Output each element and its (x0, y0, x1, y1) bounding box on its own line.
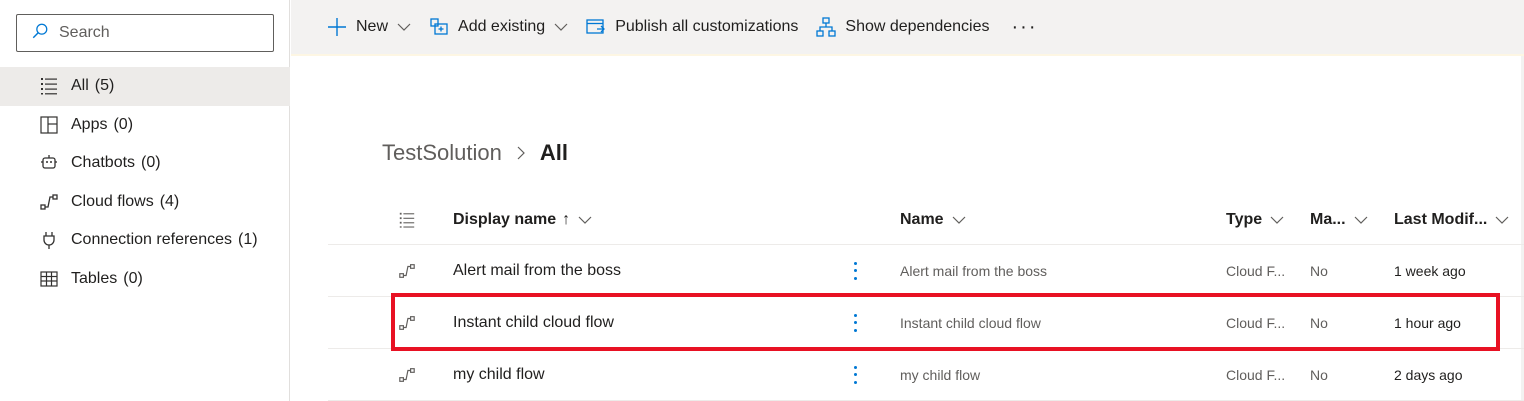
sidebar-item-chatbots[interactable]: Chatbots (0) (0, 144, 290, 183)
command-bar: New Add existing Publish all customizati… (291, 0, 1524, 54)
plus-icon (328, 18, 346, 36)
column-label: Display name (453, 210, 557, 228)
breadcrumb-root[interactable]: TestSolution (382, 140, 502, 166)
more-icon: ··· (1011, 15, 1038, 38)
sort-ascending-icon: ↑ (562, 210, 571, 228)
solution-components-grid: Display name ↑ Name Type Ma... Last Modi… (328, 195, 1524, 401)
publish-label: Publish all customizations (615, 18, 799, 35)
chevron-down-icon (952, 216, 966, 224)
sidebar-item-count: (0) (113, 115, 134, 133)
column-header-type[interactable]: Type (1226, 195, 1284, 244)
chevron-down-icon (1495, 216, 1509, 224)
chatbot-icon (38, 153, 60, 173)
chevron-down-icon (1354, 216, 1367, 224)
sidebar: Search All (5) Apps (0) Chatbots (0) Clo… (0, 0, 290, 401)
sidebar-item-label: All (71, 77, 89, 95)
more-button[interactable]: ··· (1012, 16, 1038, 39)
managed-cell: No (1310, 366, 1328, 383)
column-label: Last Modif... (1394, 210, 1488, 228)
sidebar-item-label: Tables (71, 269, 118, 287)
column-header-name[interactable]: Name (900, 195, 966, 244)
name-cell: Alert mail from the boss (900, 262, 1048, 279)
flow-icon (398, 245, 416, 296)
display-name-cell[interactable]: my child flow (453, 349, 545, 400)
column-label: Ma... (1310, 210, 1346, 228)
type-cell: Cloud F... (1226, 366, 1286, 383)
sidebar-item-connection-references[interactable]: Connection references (1) (0, 221, 290, 260)
chevron-down-icon (578, 216, 592, 224)
add-existing-label: Add existing (458, 18, 546, 35)
managed-cell: No (1310, 314, 1328, 331)
sidebar-item-count: (5) (94, 77, 115, 95)
modified-cell: 1 hour ago (1394, 314, 1461, 331)
sidebar-nav: All (5) Apps (0) Chatbots (0) Cloud flow… (0, 67, 290, 298)
list-icon (38, 76, 60, 96)
breadcrumb-current: All (539, 140, 568, 165)
publish-all-button[interactable]: Publish all customizations (586, 17, 798, 37)
column-header-managed[interactable]: Ma... (1310, 195, 1368, 244)
column-header-last-modified[interactable]: Last Modif... (1394, 195, 1509, 244)
display-name-cell[interactable]: Alert mail from the boss (453, 245, 621, 296)
sidebar-item-count: (4) (159, 192, 180, 210)
dependencies-icon (816, 17, 837, 37)
sidebar-item-all[interactable]: All (5) (0, 67, 290, 106)
search-icon (31, 22, 49, 45)
table-row[interactable]: Instant child cloud flow Instant child c… (328, 297, 1524, 349)
sidebar-item-label: Chatbots (71, 154, 136, 172)
grid-header: Display name ↑ Name Type Ma... Last Modi… (328, 195, 1524, 245)
table-icon (38, 269, 60, 289)
modified-cell: 2 days ago (1394, 366, 1463, 383)
sidebar-item-count: (0) (123, 269, 143, 287)
sidebar-item-count: (0) (141, 154, 161, 172)
sidebar-item-cloud-flows[interactable]: Cloud flows (4) (0, 183, 290, 222)
search-input[interactable]: Search (16, 14, 274, 52)
name-cell: Instant child cloud flow (900, 314, 1041, 331)
column-header-display-name[interactable]: Display name ↑ (453, 195, 592, 244)
new-label: New (356, 18, 389, 35)
sidebar-item-tables[interactable]: Tables (0) (0, 260, 290, 299)
modified-cell: 1 week ago (1394, 262, 1466, 279)
flow-icon (398, 349, 416, 400)
display-name-cell[interactable]: Instant child cloud flow (453, 297, 614, 348)
type-cell: Cloud F... (1226, 262, 1286, 279)
chevron-right-icon (517, 146, 525, 160)
managed-cell: No (1310, 262, 1328, 279)
sidebar-item-label: Cloud flows (71, 192, 154, 210)
publish-icon (586, 19, 606, 34)
apps-icon (38, 115, 60, 135)
type-cell: Cloud F... (1226, 314, 1286, 331)
flow-icon (398, 297, 416, 348)
plug-icon (38, 230, 60, 250)
chevron-down-icon (1270, 216, 1284, 224)
add-existing-icon (430, 18, 448, 35)
new-button[interactable]: New (327, 17, 411, 37)
chevron-down-icon (554, 23, 568, 31)
row-more-options-icon[interactable] (850, 349, 862, 400)
command-bar-divider (291, 54, 1524, 56)
add-existing-button[interactable]: Add existing (429, 17, 568, 37)
column-label: Type (1226, 210, 1263, 228)
show-dependencies-button[interactable]: Show dependencies (816, 17, 990, 37)
search-placeholder: Search (59, 24, 110, 41)
breadcrumb: TestSolution All (382, 140, 568, 166)
sidebar-item-label: Connection references (71, 231, 232, 249)
dependencies-label: Show dependencies (845, 18, 990, 35)
sidebar-item-count: (1) (237, 231, 258, 249)
table-row[interactable]: my child flow my child flow Cloud F... N… (328, 349, 1524, 401)
column-label: Name (900, 210, 944, 228)
flow-icon (38, 192, 60, 212)
row-more-options-icon[interactable] (850, 245, 862, 296)
table-row[interactable]: Alert mail from the boss Alert mail from… (328, 245, 1524, 297)
name-cell: my child flow (900, 366, 981, 383)
chevron-down-icon (397, 23, 411, 31)
column-options-icon[interactable] (398, 195, 416, 244)
sidebar-item-label: Apps (71, 115, 108, 133)
row-more-options-icon[interactable] (850, 297, 862, 348)
sidebar-item-apps[interactable]: Apps (0) (0, 106, 290, 145)
